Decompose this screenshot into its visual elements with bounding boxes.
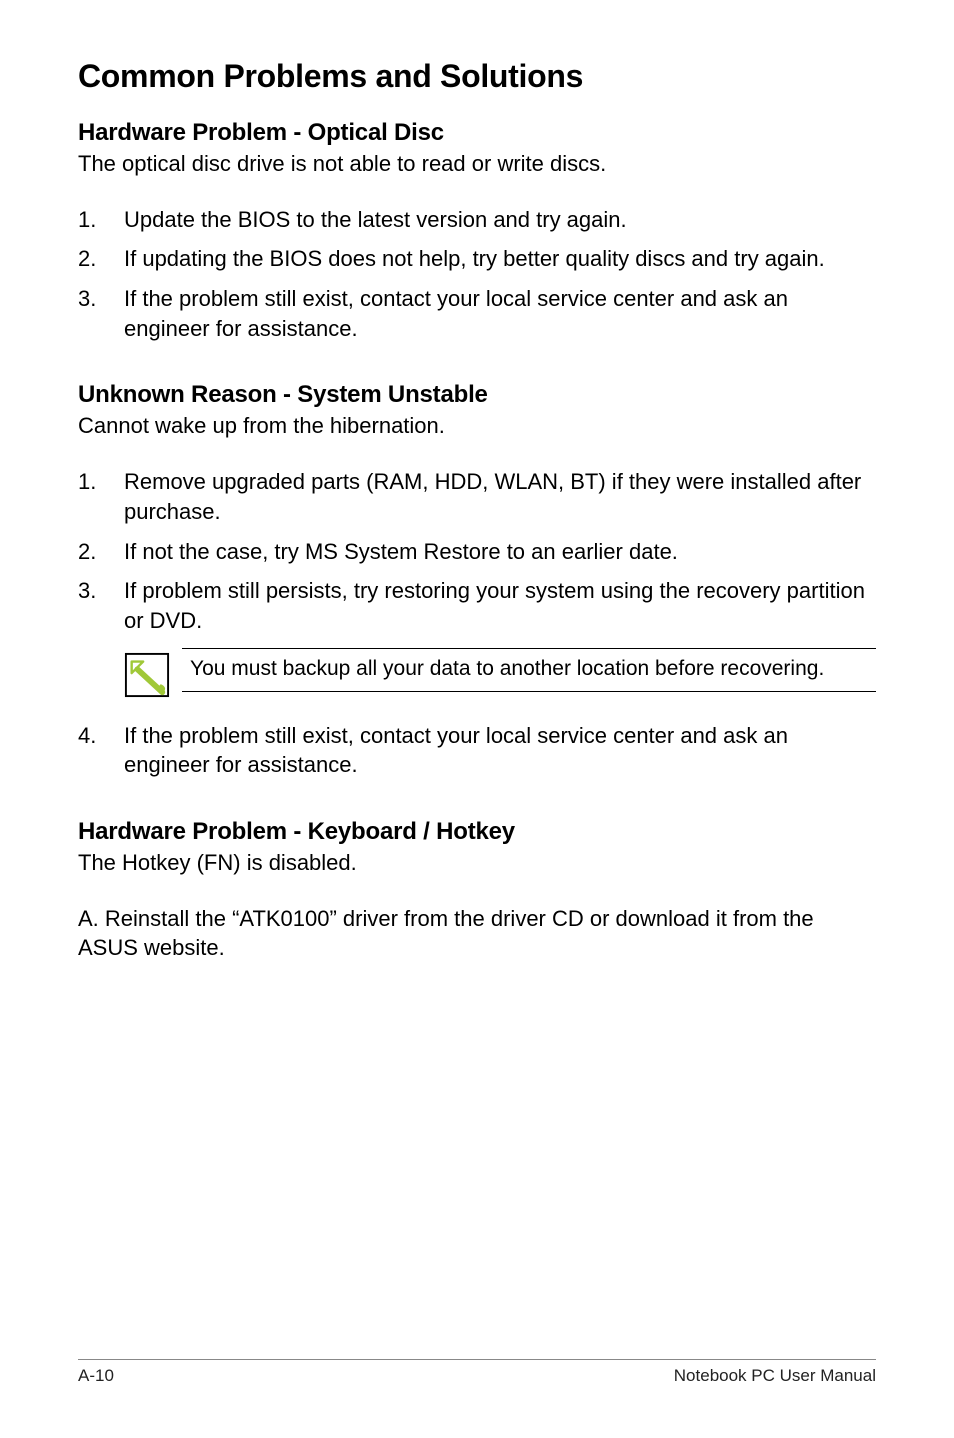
- item-number: 3.: [78, 576, 124, 635]
- intro-system-unstable: Cannot wake up from the hibernation.: [78, 411, 876, 441]
- section-keyboard-hotkey: Hardware Problem - Keyboard / Hotkey The…: [78, 818, 876, 963]
- item-number: 4.: [78, 721, 124, 780]
- body-keyboard-hotkey: A. Reinstall the “ATK0100” driver from t…: [78, 904, 876, 963]
- item-number: 2.: [78, 244, 124, 274]
- item-number: 1.: [78, 467, 124, 526]
- note-content: You must backup all your data to another…: [182, 648, 876, 692]
- footer-title: Notebook PC User Manual: [674, 1366, 876, 1386]
- section-optical-disc: Hardware Problem - Optical Disc The opti…: [78, 119, 876, 343]
- page-number: A-10: [78, 1366, 114, 1386]
- list-optical-disc: 1. Update the BIOS to the latest version…: [78, 205, 876, 344]
- intro-keyboard-hotkey: The Hotkey (FN) is disabled.: [78, 848, 876, 878]
- list-item: 2. If not the case, try MS System Restor…: [78, 537, 876, 567]
- item-text: If updating the BIOS does not help, try …: [124, 244, 876, 274]
- item-text: If problem still persists, try restoring…: [124, 576, 876, 635]
- sub-heading-keyboard-hotkey: Hardware Problem - Keyboard / Hotkey: [78, 818, 876, 846]
- note-block: You must backup all your data to another…: [124, 648, 876, 703]
- item-number: 3.: [78, 284, 124, 343]
- list-system-unstable-b: 4. If the problem still exist, contact y…: [78, 721, 876, 780]
- section-system-unstable: Unknown Reason - System Unstable Cannot …: [78, 381, 876, 780]
- list-item: 1. Remove upgraded parts (RAM, HDD, WLAN…: [78, 467, 876, 526]
- list-item: 3. If the problem still exist, contact y…: [78, 284, 876, 343]
- list-item: 3. If problem still persists, try restor…: [78, 576, 876, 635]
- item-text: Remove upgraded parts (RAM, HDD, WLAN, B…: [124, 467, 876, 526]
- page-footer: A-10 Notebook PC User Manual: [78, 1359, 876, 1386]
- intro-optical-disc: The optical disc drive is not able to re…: [78, 149, 876, 179]
- note-text: You must backup all your data to another…: [190, 655, 876, 683]
- sub-heading-optical-disc: Hardware Problem - Optical Disc: [78, 119, 876, 147]
- sub-heading-system-unstable: Unknown Reason - System Unstable: [78, 381, 876, 409]
- item-text: If the problem still exist, contact your…: [124, 721, 876, 780]
- list-item: 1. Update the BIOS to the latest version…: [78, 205, 876, 235]
- note-icon: [124, 652, 176, 703]
- item-text: Update the BIOS to the latest version an…: [124, 205, 876, 235]
- main-heading: Common Problems and Solutions: [78, 58, 876, 95]
- list-system-unstable-a: 1. Remove upgraded parts (RAM, HDD, WLAN…: [78, 467, 876, 635]
- item-number: 2.: [78, 537, 124, 567]
- list-item: 4. If the problem still exist, contact y…: [78, 721, 876, 780]
- item-text: If the problem still exist, contact your…: [124, 284, 876, 343]
- item-text: If not the case, try MS System Restore t…: [124, 537, 876, 567]
- list-item: 2. If updating the BIOS does not help, t…: [78, 244, 876, 274]
- item-number: 1.: [78, 205, 124, 235]
